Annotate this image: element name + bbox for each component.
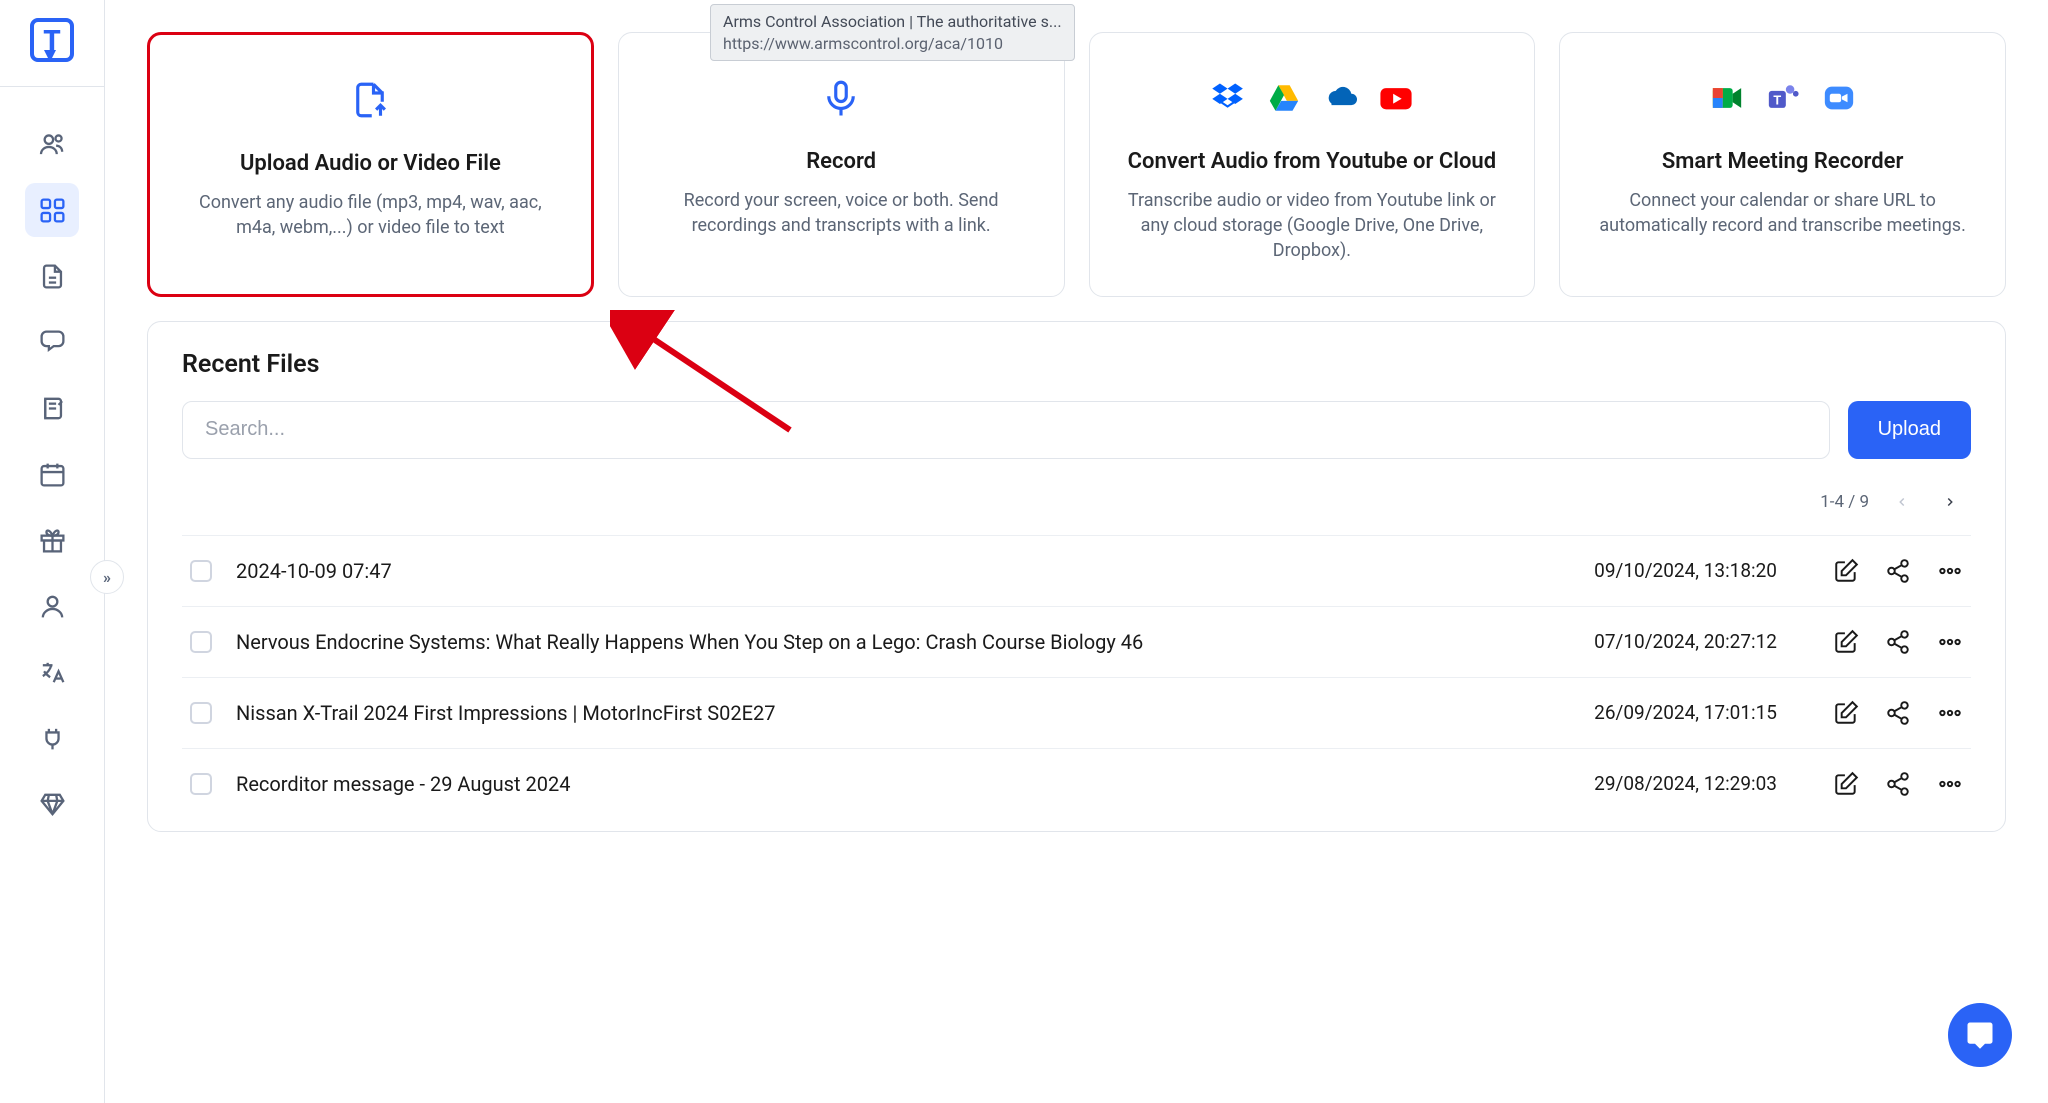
more-icon[interactable] — [1937, 771, 1963, 797]
card-record-desc: Record your screen, voice or both. Send … — [651, 188, 1031, 238]
card-meeting[interactable]: T Smart Meeting Recorder Connect your ca… — [1559, 32, 2006, 297]
nav-notes[interactable] — [25, 381, 79, 435]
card-record-title: Record — [806, 149, 876, 174]
file-row[interactable]: Nissan X-Trail 2024 First Impressions | … — [182, 677, 1971, 748]
file-upload-icon — [349, 79, 391, 125]
card-cloud[interactable]: Convert Audio from Youtube or Cloud Tran… — [1089, 32, 1536, 297]
file-date: 29/08/2024, 12:29:03 — [1552, 772, 1777, 795]
link-tooltip: Arms Control Association | The authorita… — [710, 4, 1075, 61]
nav-dashboard[interactable] — [25, 183, 79, 237]
more-icon[interactable] — [1937, 558, 1963, 584]
file-name: Nissan X-Trail 2024 First Impressions | … — [236, 701, 1528, 725]
file-row[interactable]: 2024-10-09 07:47 09/10/2024, 13:18:20 — [182, 535, 1971, 606]
cloud-icon-row — [1211, 71, 1413, 129]
share-icon[interactable] — [1885, 558, 1911, 584]
zoom-icon — [1822, 81, 1856, 119]
row-checkbox[interactable] — [190, 631, 212, 653]
tooltip-title: Arms Control Association | The authorita… — [723, 11, 1062, 33]
card-upload-desc: Convert any audio file (mp3, mp4, wav, a… — [180, 190, 560, 240]
file-name: Recorditor message - 29 August 2024 — [236, 772, 1528, 796]
ms-teams-icon: T — [1766, 81, 1800, 119]
nav-calendar[interactable] — [25, 447, 79, 501]
app-logo[interactable]: T — [30, 18, 74, 62]
onedrive-icon — [1323, 81, 1357, 119]
card-meeting-desc: Connect your calendar or share URL to au… — [1593, 188, 1973, 238]
recent-files-title: Recent Files — [182, 350, 1971, 379]
row-checkbox[interactable] — [190, 560, 212, 582]
edit-icon[interactable] — [1833, 700, 1859, 726]
tooltip-url: https://www.armscontrol.org/aca/1010 — [723, 34, 1003, 53]
card-upload-title: Upload Audio or Video File — [240, 151, 501, 176]
card-meeting-title: Smart Meeting Recorder — [1662, 149, 1904, 174]
nav-gift[interactable] — [25, 513, 79, 567]
nav-profile[interactable] — [25, 579, 79, 633]
card-upload[interactable]: Upload Audio or Video File Convert any a… — [147, 32, 594, 297]
chat-fab[interactable] — [1948, 1003, 2012, 1067]
card-record[interactable]: Record Record your screen, voice or both… — [618, 32, 1065, 297]
nav-team[interactable] — [25, 117, 79, 171]
file-list: 2024-10-09 07:47 09/10/2024, 13:18:20 Ne… — [182, 535, 1971, 819]
nav — [25, 117, 79, 831]
nav-chats[interactable] — [25, 315, 79, 369]
search-row: Upload — [182, 401, 1971, 459]
pager-range: 1-4 / 9 — [1820, 492, 1869, 512]
nav-files[interactable] — [25, 249, 79, 303]
card-cloud-title: Convert Audio from Youtube or Cloud — [1128, 149, 1496, 174]
row-actions — [1833, 771, 1963, 797]
recent-files-panel: Recent Files Upload 1-4 / 9 2024-10-09 0… — [147, 321, 2006, 832]
nav-integrations[interactable] — [25, 711, 79, 765]
row-actions — [1833, 629, 1963, 655]
upload-icon-row — [349, 73, 391, 131]
file-date: 07/10/2024, 20:27:12 — [1552, 630, 1777, 653]
edit-icon[interactable] — [1833, 629, 1859, 655]
file-date: 26/09/2024, 17:01:15 — [1552, 701, 1777, 724]
microphone-icon — [820, 77, 862, 123]
edit-icon[interactable] — [1833, 558, 1859, 584]
google-meet-icon — [1710, 81, 1744, 119]
record-icon-row — [820, 71, 862, 129]
file-row[interactable]: Nervous Endocrine Systems: What Really H… — [182, 606, 1971, 677]
row-checkbox[interactable] — [190, 702, 212, 724]
pager-prev[interactable] — [1887, 487, 1917, 517]
share-icon[interactable] — [1885, 771, 1911, 797]
sidebar: T — [0, 0, 105, 1103]
share-icon[interactable] — [1885, 629, 1911, 655]
main-content: Upload Audio or Video File Convert any a… — [105, 0, 2048, 1103]
row-actions — [1833, 558, 1963, 584]
more-icon[interactable] — [1937, 700, 1963, 726]
file-name: 2024-10-09 07:47 — [236, 559, 1528, 583]
action-cards: Upload Audio or Video File Convert any a… — [147, 32, 2006, 297]
meeting-icon-row: T — [1710, 71, 1856, 129]
edit-icon[interactable] — [1833, 771, 1859, 797]
dropbox-icon — [1211, 81, 1245, 119]
nav-premium[interactable] — [25, 777, 79, 831]
share-icon[interactable] — [1885, 700, 1911, 726]
nav-language[interactable] — [25, 645, 79, 699]
pager: 1-4 / 9 — [182, 477, 1971, 535]
file-row[interactable]: Recorditor message - 29 August 2024 29/0… — [182, 748, 1971, 819]
svg-text:T: T — [1773, 92, 1781, 107]
google-drive-icon — [1267, 81, 1301, 119]
youtube-icon — [1379, 81, 1413, 119]
divider — [0, 86, 104, 87]
row-checkbox[interactable] — [190, 773, 212, 795]
pager-next[interactable] — [1935, 487, 1965, 517]
file-name: Nervous Endocrine Systems: What Really H… — [236, 630, 1528, 654]
more-icon[interactable] — [1937, 629, 1963, 655]
row-actions — [1833, 700, 1963, 726]
search-input[interactable] — [182, 401, 1830, 459]
card-cloud-desc: Transcribe audio or video from Youtube l… — [1122, 188, 1502, 264]
upload-button[interactable]: Upload — [1848, 401, 1971, 459]
file-date: 09/10/2024, 13:18:20 — [1552, 559, 1777, 582]
